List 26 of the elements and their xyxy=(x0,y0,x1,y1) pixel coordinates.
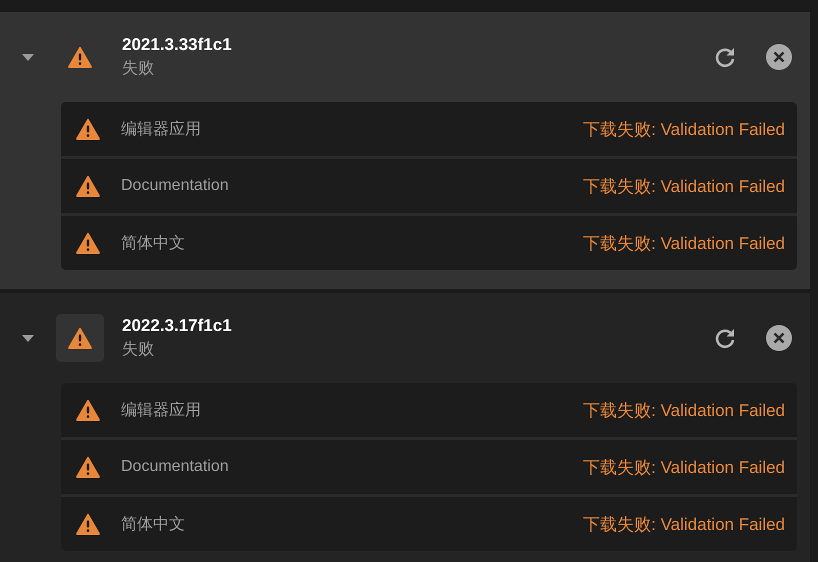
error-message: 下载失败: Validation Failed xyxy=(583,176,785,198)
module-name: 编辑器应用 xyxy=(121,400,202,420)
warning-icon xyxy=(75,456,101,478)
module-name: 编辑器应用 xyxy=(121,120,202,140)
module-name: Documentation xyxy=(121,177,230,195)
close-icon xyxy=(766,44,792,70)
caret-icon xyxy=(22,334,34,342)
warning-icon xyxy=(75,232,101,254)
error-message: 下载失败: Validation Failed xyxy=(583,400,785,422)
status-text: 失败 xyxy=(122,340,155,360)
module-name: 简体中文 xyxy=(121,234,186,254)
warning-icon xyxy=(75,118,101,140)
error-message: 下载失败: Validation Failed xyxy=(583,118,785,140)
warning-icon xyxy=(75,513,101,535)
module-name: 简体中文 xyxy=(121,514,186,534)
error-message: 下载失败: Validation Failed xyxy=(583,514,785,536)
warning-icon xyxy=(75,175,101,197)
version-title: 2022.3.17f1c1 xyxy=(122,316,233,336)
version-title: 2021.3.33f1c1 xyxy=(122,35,233,55)
error-message: 下载失败: Validation Failed xyxy=(583,232,785,254)
module-name: Documentation xyxy=(121,458,230,476)
status-text: 失败 xyxy=(122,58,155,79)
close-icon xyxy=(766,325,792,351)
error-message: 下载失败: Validation Failed xyxy=(583,456,785,478)
warning-icon xyxy=(75,399,101,421)
caret-icon xyxy=(22,54,34,60)
